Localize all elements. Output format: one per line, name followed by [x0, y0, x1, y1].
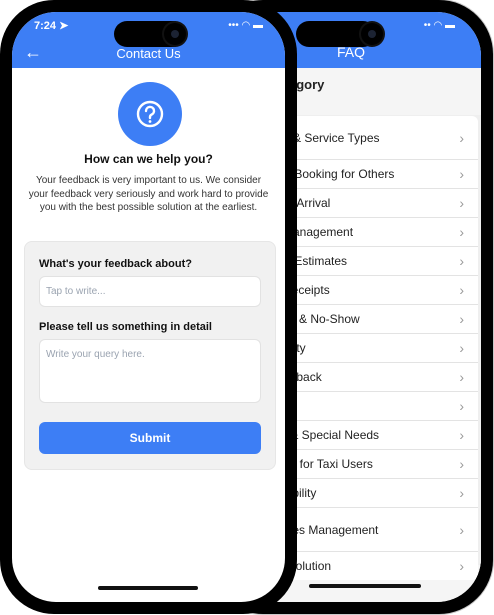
feedback-form: What's your feedback about? Tap to write… — [24, 241, 276, 470]
chevron-right-icon: › — [459, 427, 464, 443]
faq-status-icons: •• ◠ ▬ — [423, 20, 455, 31]
camera-icon — [361, 23, 383, 45]
faq-item[interactable]: Management › — [283, 218, 478, 247]
chevron-right-icon: › — [459, 521, 464, 538]
chevron-right-icon: › — [459, 195, 464, 211]
chevron-right-icon: › — [459, 282, 464, 298]
submit-button[interactable]: Submit — [39, 422, 261, 454]
faq-item-label: ides Management — [283, 522, 379, 537]
chevron-right-icon: › — [459, 129, 464, 146]
chevron-right-icon: › — [459, 398, 464, 414]
faq-item[interactable]: g & Service Types › — [283, 116, 478, 160]
contact-phone: 7:24 ➤ ••• ◠ ▬ ← Contact Us How can we h… — [0, 0, 297, 614]
faq-list: g & Service Types › & Booking for Others… — [283, 116, 478, 580]
chevron-right-icon: › — [459, 253, 464, 269]
faq-item[interactable]: r & Special Needs › — [283, 421, 478, 450]
help-heading: How can we help you? — [84, 152, 213, 166]
faq-item[interactable]: ns & No-Show › — [283, 305, 478, 334]
feedback-input[interactable]: Tap to write... — [39, 276, 261, 307]
faq-item-label: g & Service Types — [283, 130, 380, 145]
faq-item[interactable]: & Estimates › — [283, 247, 478, 276]
home-indicator — [309, 584, 421, 588]
faq-item[interactable]: urity › — [283, 334, 478, 363]
faq-item[interactable]: edback › — [283, 363, 478, 392]
chevron-right-icon: › — [459, 369, 464, 385]
chevron-right-icon: › — [459, 166, 464, 182]
detail-label: Please tell us something in detail — [39, 321, 212, 333]
page-title: Contact Us — [116, 46, 181, 61]
question-mark-icon — [136, 100, 164, 128]
chevron-right-icon: › — [459, 224, 464, 240]
faq-item-label: r & Special Needs — [283, 428, 380, 442]
status-time: 7:24 ➤ — [34, 20, 69, 32]
faq-item[interactable]: d › — [283, 392, 478, 421]
chevron-right-icon: › — [459, 311, 464, 327]
home-indicator — [98, 586, 198, 590]
status-icons: ••• ◠ ▬ — [228, 20, 263, 31]
faq-item[interactable]: esolution › — [283, 552, 478, 580]
camera-icon — [164, 23, 186, 45]
faq-item[interactable]: & Booking for Others › — [283, 160, 478, 189]
chevron-right-icon: › — [459, 340, 464, 356]
faq-item-label: & Booking for Others — [283, 167, 395, 181]
detail-textarea[interactable]: Write your query here. — [39, 339, 261, 403]
chevron-right-icon: › — [459, 558, 464, 574]
contact-screen: 7:24 ➤ ••• ◠ ▬ ← Contact Us How can we h… — [12, 12, 285, 602]
faq-item[interactable]: pp for Taxi Users › — [283, 450, 478, 479]
feedback-label: What's your feedback about? — [39, 258, 192, 270]
faq-item[interactable]: lability › — [283, 479, 478, 508]
help-circle — [118, 82, 182, 146]
chevron-right-icon: › — [459, 485, 464, 501]
chevron-right-icon: › — [459, 456, 464, 472]
help-description: Your feedback is very important to us. W… — [28, 175, 269, 213]
faq-item[interactable]: Receipts › — [283, 276, 478, 305]
faq-item[interactable]: er Arrival › — [283, 189, 478, 218]
faq-item[interactable]: ides Management › — [283, 508, 478, 552]
